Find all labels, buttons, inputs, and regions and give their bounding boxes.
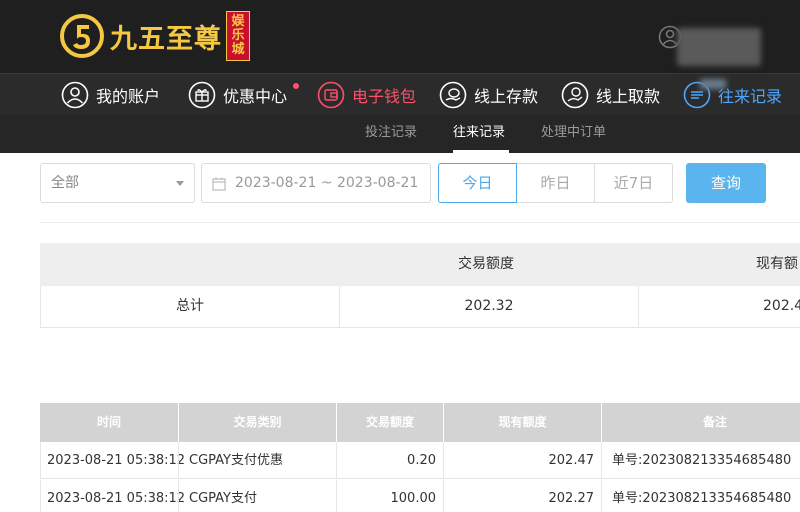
row-category: CGPAY支付优惠 [189,453,283,468]
notification-dot [293,83,299,89]
row-time: 2023-08-21 05:38:12 [47,491,186,506]
col-amount: 交易额度 [365,415,414,429]
gift-icon [188,81,216,109]
range-today-button[interactable]: 今日 [438,163,517,203]
nav-transaction-records[interactable]: 往来记录 [683,74,782,116]
section-divider [40,222,800,223]
main-nav: 我的账户 优惠中心 电子钱包 线上存款 线上取款 往来记录 [0,73,800,115]
wallet-icon [317,81,345,109]
cell-divider [178,480,179,512]
col-category: 交易类别 [233,415,282,429]
range-yesterday-button[interactable]: 昨日 [516,163,595,203]
subnav-active-indicator [453,150,509,153]
col-balance: 现有额度 [498,415,547,429]
logo-badge: 娱 乐 城 [226,11,250,61]
summary-total-balance: 202.4 [763,298,800,314]
nav-my-account[interactable]: 我的账户 [61,74,160,116]
summary-header-amount: 交易额度 [458,256,514,272]
col-note: 备注 [702,415,727,429]
summary-header: 交易额度 现有额 [40,243,800,286]
cell-divider [638,286,639,327]
transaction-type-select[interactable]: 全部 [40,163,195,203]
nav-promotions[interactable]: 优惠中心 [188,74,287,116]
range-7days-button[interactable]: 近7日 [594,163,673,203]
chevron-down-icon [176,181,184,186]
cell-divider [178,442,179,479]
withdraw-icon [561,81,589,109]
cell-divider [601,480,602,512]
table-row: 2023-08-21 05:38:12 CGPAY支付 100.00 202.2… [40,480,800,512]
query-button[interactable]: 查询 [686,163,766,203]
quick-range-group: 今日 昨日 近7日 [438,163,673,203]
logo-title: 九五至尊 [110,23,222,55]
username-redacted [677,28,761,66]
summary-total-amount: 202.32 [464,298,514,314]
top-header: 九五至尊 娱 乐 城 [0,0,800,73]
redacted-overlay [700,79,726,89]
summary-header-balance: 现有额 [756,256,798,272]
app-root: 九五至尊 娱 乐 城 我的账户 优惠中心 电子钱包 线上存款 线上取款 往来记录… [0,0,800,512]
col-time: 时间 [96,415,121,429]
nav-online-deposit[interactable]: 线上存款 [439,74,538,116]
subnav-pending-orders[interactable]: 处理中订单 [541,115,606,153]
sub-nav: 投注记录 往来记录 处理中订单 [0,115,800,153]
logo-emblem-icon [60,14,104,58]
row-note: 单号:202308213354685480 [612,491,792,506]
cell-divider [601,442,602,479]
summary-total-row: 总计 202.32 202.4 [40,286,800,328]
row-amount: 0.20 [407,453,436,468]
user-circle-icon [61,81,89,109]
summary-total-label: 总计 [176,298,204,314]
table-row: 2023-08-21 05:38:12 CGPAY支付优惠 0.20 202.4… [40,442,800,479]
date-range-picker[interactable]: 2023-08-21 ~ 2023-08-21 [201,163,431,203]
row-balance: 202.27 [548,491,595,506]
row-category: CGPAY支付 [189,491,257,506]
detail-table-header: 时间 交易类别 交易额度 现有额度 备注 [40,403,800,442]
calendar-icon [212,177,226,191]
nav-online-withdraw[interactable]: 线上取款 [561,74,660,116]
nav-e-wallet[interactable]: 电子钱包 [317,74,416,116]
row-time: 2023-08-21 05:38:12 [47,453,186,468]
brand-logo[interactable]: 九五至尊 娱 乐 城 [60,9,250,63]
row-amount: 100.00 [390,491,437,506]
deposit-icon [439,81,467,109]
subnav-bet-records[interactable]: 投注记录 [365,115,417,153]
row-note: 单号:202308213354685480 [612,453,792,468]
row-balance: 202.47 [548,453,595,468]
subnav-transaction-records[interactable]: 往来记录 [453,115,505,153]
